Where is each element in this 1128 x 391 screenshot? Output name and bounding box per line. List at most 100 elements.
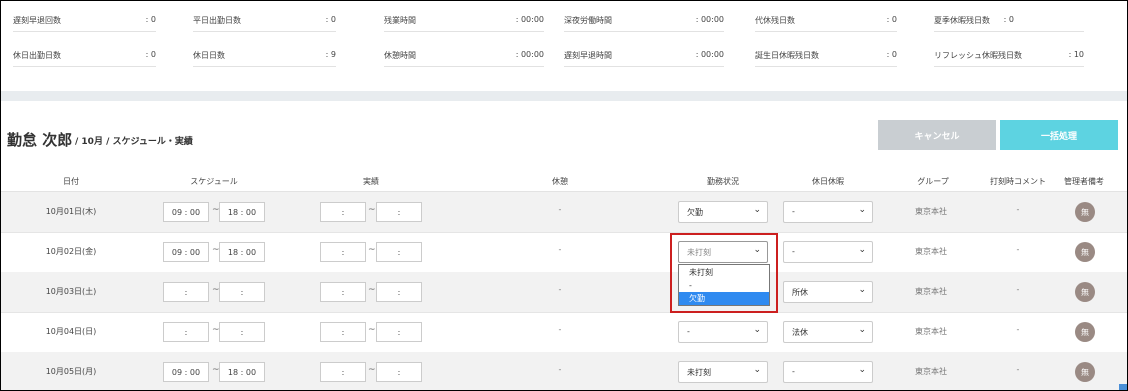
- row-date: 10月01日(木): [45, 207, 97, 216]
- chevron-down-icon: ⌄: [858, 205, 866, 215]
- stat-late-early-hours: 遅刻早退時間: 00:00: [564, 46, 724, 67]
- col-schedule: スケジュール: [190, 177, 238, 186]
- schedule-end-input[interactable]: :: [219, 282, 265, 302]
- table-row: 10月05日(月) 09 : 00 ~ 18 : 00 : ~ : - 未打刻 ⌄…: [1, 352, 1127, 390]
- summary-stats: 遅刻早退回数: 0 平日出勤日数: 0 残業時間: 00:00 深夜労働時間: …: [1, 1, 1127, 91]
- holiday-select[interactable]: - ⌄: [783, 241, 873, 263]
- stat-night-work-hours: 深夜労働時間: 00:00: [564, 11, 724, 32]
- col-admin-note: 管理者備考: [1064, 177, 1104, 186]
- stat-overtime-hours: 残業時間: 00:00: [384, 11, 544, 32]
- group-value: 東京本社: [915, 207, 947, 216]
- comment-value: -: [1016, 365, 1020, 374]
- actual-end-input[interactable]: :: [376, 322, 422, 342]
- table-header: 日付 スケジュール 実績 休憩 勤務状況 休日休暇 グループ 打刻時コメント 管…: [1, 171, 1127, 192]
- chevron-down-icon: ⌄: [858, 325, 866, 335]
- group-value: 東京本社: [915, 247, 947, 256]
- schedule-start-input[interactable]: 09 : 00: [163, 242, 209, 262]
- col-break: 休憩: [552, 177, 568, 186]
- stat-weekday-work-days: 平日出勤日数: 0: [193, 11, 336, 32]
- break-value: -: [558, 325, 562, 334]
- row-date: 10月04日(日): [45, 327, 97, 336]
- scrollbar[interactable]: [1119, 384, 1127, 390]
- status-select[interactable]: 未打刻 ⌄: [678, 361, 768, 383]
- actual-end-input[interactable]: :: [376, 202, 422, 222]
- status-select[interactable]: 未打刻 ⌄: [678, 241, 768, 263]
- holiday-select[interactable]: 法休 ⌄: [783, 321, 873, 343]
- col-status: 勤務状況: [707, 177, 739, 186]
- chevron-down-icon: ⌄: [753, 325, 761, 335]
- actual-end-input[interactable]: :: [376, 242, 422, 262]
- cancel-button[interactable]: キャンセル: [878, 120, 996, 150]
- attendance-page: 遅刻早退回数: 0 平日出勤日数: 0 残業時間: 00:00 深夜労働時間: …: [0, 0, 1128, 391]
- chevron-down-icon: ⌄: [753, 245, 761, 255]
- status-dropdown-list: 未打刻 - 欠勤: [678, 264, 770, 306]
- stat-late-early-count: 遅刻早退回数: 0: [13, 11, 156, 32]
- col-actual: 実績: [363, 177, 379, 186]
- row-date: 10月05日(月): [45, 367, 97, 376]
- col-group: グループ: [917, 177, 949, 186]
- chevron-down-icon: ⌄: [858, 285, 866, 295]
- stat-comp-leave-remaining: 代休残日数: 0: [755, 11, 897, 32]
- schedule-start-input[interactable]: 09 : 00: [163, 202, 209, 222]
- actual-start-input[interactable]: :: [320, 202, 366, 222]
- actual-start-input[interactable]: :: [320, 322, 366, 342]
- stat-summer-leave-remaining: 夏季休暇残日数: 0: [934, 11, 1084, 32]
- actual-start-input[interactable]: :: [320, 282, 366, 302]
- admin-note-badge[interactable]: 無: [1075, 362, 1095, 382]
- break-value: -: [558, 245, 562, 254]
- group-value: 東京本社: [915, 367, 947, 376]
- schedule-end-input[interactable]: 18 : 00: [219, 362, 265, 382]
- schedule-end-input[interactable]: 18 : 00: [219, 242, 265, 262]
- schedule-end-input[interactable]: :: [219, 322, 265, 342]
- status-option-unpunched[interactable]: 未打刻: [679, 266, 769, 279]
- admin-note-badge[interactable]: 無: [1075, 322, 1095, 342]
- breadcrumb: / 10月 / スケジュール・実績: [75, 137, 193, 147]
- status-option-none[interactable]: -: [679, 279, 769, 292]
- employee-name: 勤怠 次郎: [7, 131, 73, 149]
- break-value: -: [558, 205, 562, 214]
- break-value: -: [558, 285, 562, 294]
- schedule-start-input[interactable]: :: [163, 282, 209, 302]
- comment-value: -: [1016, 285, 1020, 294]
- comment-value: -: [1016, 325, 1020, 334]
- group-value: 東京本社: [915, 287, 947, 296]
- stat-refresh-leave-remaining: リフレッシュ休暇残日数: 10: [934, 46, 1084, 67]
- chevron-down-icon: ⌄: [858, 365, 866, 375]
- col-holiday: 休日休暇: [812, 177, 844, 186]
- chevron-down-icon: ⌄: [753, 205, 761, 215]
- schedule-start-input[interactable]: :: [163, 322, 209, 342]
- col-comment: 打刻時コメント: [990, 177, 1046, 186]
- break-value: -: [558, 365, 562, 374]
- stat-holiday-days: 休日日数: 9: [193, 46, 336, 67]
- table-row: 10月04日(日) : ~ : : ~ : - - ⌄ 法休 ⌄ 東京本社 - 無: [1, 312, 1127, 353]
- admin-note-badge[interactable]: 無: [1075, 282, 1095, 302]
- row-date: 10月03日(土): [45, 287, 97, 296]
- status-select[interactable]: 欠勤 ⌄: [678, 201, 768, 223]
- holiday-select[interactable]: - ⌄: [783, 361, 873, 383]
- col-date: 日付: [63, 177, 79, 186]
- actual-start-input[interactable]: :: [320, 362, 366, 382]
- stat-holiday-work-days: 休日出勤日数: 0: [13, 46, 156, 67]
- holiday-select[interactable]: 所休 ⌄: [783, 281, 873, 303]
- bulk-process-button[interactable]: 一括処理: [1000, 120, 1118, 150]
- actual-start-input[interactable]: :: [320, 242, 366, 262]
- actual-end-input[interactable]: :: [376, 362, 422, 382]
- chevron-down-icon: ⌄: [858, 245, 866, 255]
- status-select[interactable]: - ⌄: [678, 321, 768, 343]
- holiday-select[interactable]: - ⌄: [783, 201, 873, 223]
- section-divider: [1, 91, 1127, 101]
- stat-birthday-leave-remaining: 誕生日休暇残日数: 0: [755, 46, 897, 67]
- chevron-down-icon: ⌄: [753, 365, 761, 375]
- group-value: 東京本社: [915, 327, 947, 336]
- admin-note-badge[interactable]: 無: [1075, 242, 1095, 262]
- table-row: 10月02日(金) 09 : 00 ~ 18 : 00 : ~ : - 未打刻 ⌄…: [1, 232, 1127, 273]
- actual-end-input[interactable]: :: [376, 282, 422, 302]
- status-option-absent[interactable]: 欠勤: [679, 292, 769, 305]
- schedule-end-input[interactable]: 18 : 00: [219, 202, 265, 222]
- schedule-start-input[interactable]: 09 : 00: [163, 362, 209, 382]
- comment-value: -: [1016, 245, 1020, 254]
- admin-note-badge[interactable]: 無: [1075, 202, 1095, 222]
- comment-value: -: [1016, 205, 1020, 214]
- table-row: 10月01日(木) 09 : 00 ~ 18 : 00 : ~ : - 欠勤 ⌄ …: [1, 192, 1127, 233]
- row-date: 10月02日(金): [45, 247, 97, 256]
